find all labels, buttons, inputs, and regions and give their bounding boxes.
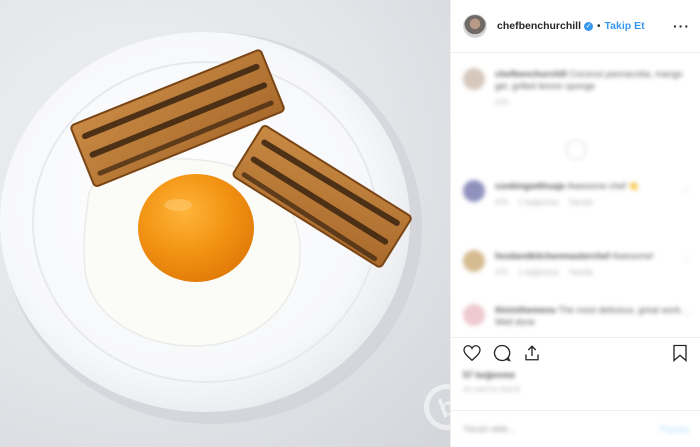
comment-text: Awesome!	[612, 251, 654, 261]
share-icon[interactable]	[521, 342, 543, 364]
post-comment-button[interactable]: Paylaş	[660, 424, 689, 434]
like-comment-heart-icon[interactable]: ♡	[683, 309, 691, 320]
comment-composer: Paylaş	[451, 410, 700, 447]
verified-badge-icon: ✓	[584, 21, 594, 31]
avatar	[463, 304, 485, 326]
comment-meta: 47h 1 beğenme Yanıtla	[495, 198, 593, 207]
comments-list[interactable]: chefbenchurchill Coconut pannacotta, man…	[451, 54, 700, 336]
likes-count[interactable]: 57 beğenme	[463, 370, 515, 380]
comment-username[interactable]: cookingwithsaje	[495, 181, 565, 191]
egg-yolk	[138, 174, 254, 282]
action-bar	[451, 337, 700, 367]
avatar[interactable]	[463, 14, 487, 38]
more-horizontal-icon[interactable]: ···	[673, 18, 690, 34]
instagram-post: b chefbenchurchill ✓ • Takip Et ··· chef…	[0, 0, 700, 447]
separator-dot: •	[597, 20, 601, 32]
list-item: thisisthemenu The most delicious, great …	[463, 304, 691, 328]
avatar	[463, 250, 485, 272]
post-date: 40 HAFTA ÖNCE	[463, 387, 521, 394]
comment-username[interactable]: thisisthemenu	[495, 305, 556, 315]
avatar	[463, 68, 485, 90]
post-side-panel: chefbenchurchill ✓ • Takip Et ··· chefbe…	[450, 0, 700, 447]
post-photo[interactable]: b	[0, 0, 450, 447]
like-comment-heart-icon[interactable]: ♡	[683, 255, 691, 266]
like-comment-heart-icon[interactable]: ♡	[683, 185, 691, 196]
comment-input[interactable]	[463, 424, 661, 434]
comment-meta: 47h 1 beğenme Yanıtla	[495, 268, 593, 277]
comment-meta: 47h	[495, 98, 509, 107]
list-item: cookingwithsaje Awesome chef 👏 47h 1 beğe…	[463, 180, 691, 207]
post-header: chefbenchurchill ✓ • Takip Et ···	[451, 0, 700, 53]
username-link[interactable]: chefbenchurchill	[497, 20, 581, 32]
bookmark-icon[interactable]	[669, 342, 691, 364]
avatar	[463, 180, 485, 202]
comment-username[interactable]: foodandkitchenmasterchef	[495, 251, 610, 261]
list-item: foodandkitchenmasterchef Awesome! 47h 1 b…	[463, 250, 691, 277]
caption-text: chefbenchurchill Coconut pannacotta, man…	[495, 68, 691, 92]
caption-item: chefbenchurchill Coconut pannacotta, man…	[463, 68, 691, 107]
comment-bubble-icon[interactable]	[491, 342, 513, 364]
comment-username[interactable]: chefbenchurchill	[495, 69, 567, 79]
food-photo-illustration	[0, 32, 422, 424]
like-heart-icon[interactable]	[461, 342, 483, 364]
load-more-comments-icon[interactable]	[566, 140, 586, 160]
follow-button[interactable]: Takip Et	[605, 20, 645, 32]
comment-text: Awesome chef 👏	[567, 181, 640, 191]
